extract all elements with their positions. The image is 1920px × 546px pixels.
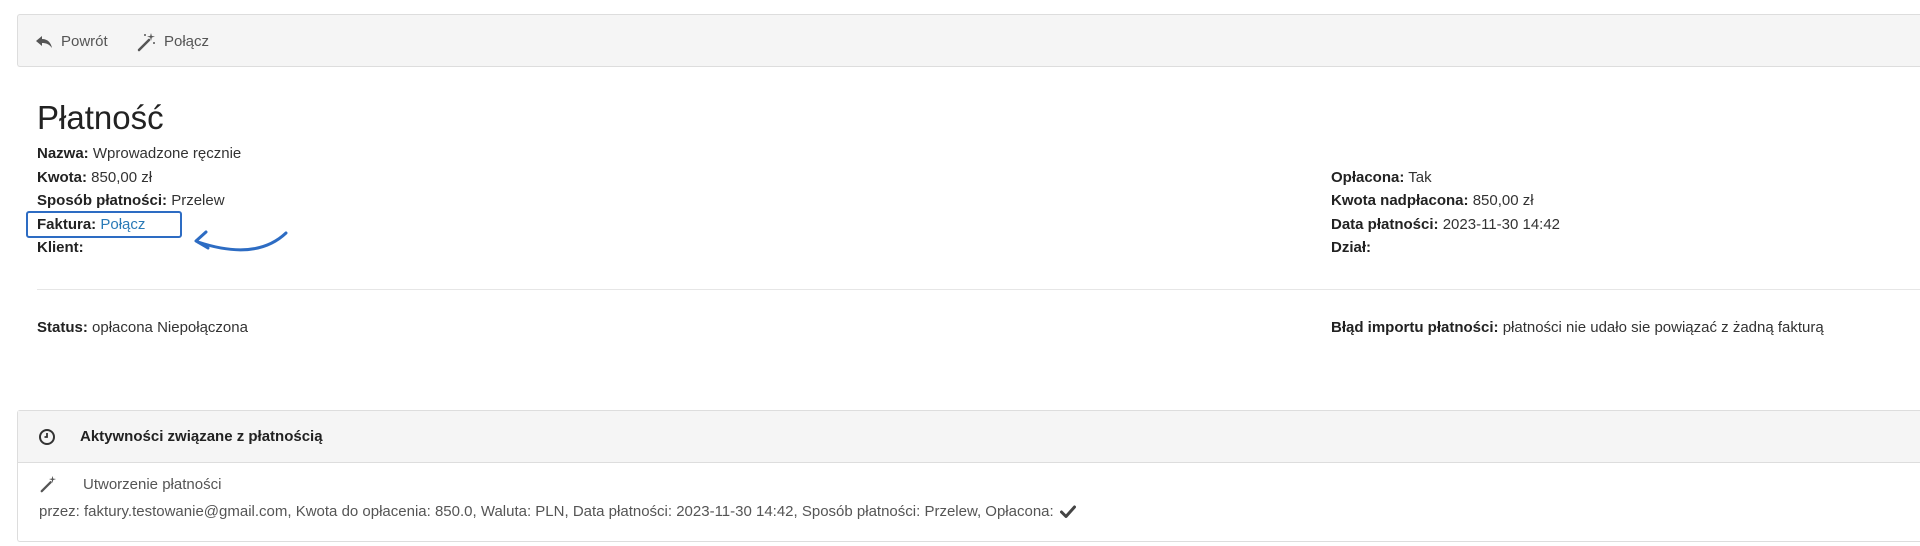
check-icon	[1059, 505, 1076, 518]
divider	[37, 289, 1920, 290]
name-value: Wprowadzone ręcznie	[92, 145, 242, 162]
department-label: Dział:	[1331, 239, 1372, 256]
activity-item-title: Utworzenie płatności	[39, 475, 221, 493]
overpaid-value: 850,00 zł	[1472, 192, 1534, 209]
detail-department: Dział:	[1331, 236, 1371, 260]
detail-amount: Kwota: 850,00 zł	[37, 166, 152, 190]
activity-item-detail: przez: faktury.testowanie@gmail.com, Kwo…	[39, 503, 1076, 520]
amount-label: Kwota:	[37, 169, 87, 186]
payment-date-value: 2023-11-30 14:42	[1442, 216, 1561, 233]
back-label: Powrót	[61, 33, 108, 50]
activities-panel-header: Aktywności związane z płatnością	[18, 411, 1920, 463]
import-error-value: płatności nie udało sie powiązać z żadną…	[1502, 319, 1824, 336]
magic-wand-icon	[137, 32, 155, 51]
client-label: Klient:	[37, 239, 84, 256]
connect-button[interactable]: Połącz	[136, 15, 209, 68]
reply-icon	[36, 35, 52, 48]
amount-value: 850,00 zł	[91, 169, 153, 186]
connect-label: Połącz	[164, 33, 210, 50]
annotation-arrow-icon	[194, 230, 288, 252]
page-title: Płatność	[37, 99, 164, 136]
import-error-label: Błąd importu płatności:	[1331, 319, 1499, 336]
toolbar: Powrót Połącz	[17, 14, 1920, 67]
clock-icon	[39, 428, 55, 445]
detail-paid: Opłacona: Tak	[1331, 166, 1432, 190]
payment-date-label: Data płatności:	[1331, 216, 1439, 233]
annotation-highlight-box	[26, 211, 182, 238]
detail-name: Nazwa: Wprowadzone ręcznie	[37, 142, 241, 166]
activity-detail-text: przez: faktury.testowanie@gmail.com, Kwo…	[39, 503, 1054, 520]
detail-overpaid: Kwota nadpłacona: 850,00 zł	[1331, 189, 1534, 213]
status-line: Status: opłacona Niepołączona	[37, 316, 248, 340]
activities-title: Aktywności związane z płatnością	[80, 428, 323, 445]
activity-title-text: Utworzenie płatności	[83, 475, 222, 493]
import-error-line: Błąd importu płatności: płatności nie ud…	[1331, 316, 1824, 340]
magic-wand-icon	[40, 475, 57, 493]
overpaid-label: Kwota nadpłacona:	[1331, 192, 1469, 209]
detail-payment-date: Data płatności: 2023-11-30 14:42	[1331, 213, 1560, 237]
detail-method: Sposób płatności: Przelew	[37, 189, 225, 213]
paid-value: Tak	[1408, 169, 1432, 186]
paid-label: Opłacona:	[1331, 169, 1405, 186]
name-label: Nazwa:	[37, 145, 89, 162]
status-value: opłacona Niepołączona	[92, 319, 248, 336]
method-label: Sposób płatności:	[37, 192, 168, 209]
status-label: Status:	[37, 319, 88, 336]
activities-panel: Aktywności związane z płatnością Utworze…	[17, 410, 1920, 542]
method-value: Przelew	[171, 192, 225, 209]
detail-client: Klient:	[37, 236, 84, 260]
back-button[interactable]: Powrót	[35, 15, 108, 68]
